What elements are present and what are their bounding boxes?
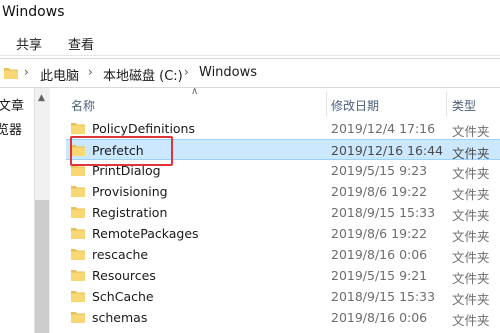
file-modified-date: 2019/12/4 17:16 [331, 121, 436, 136]
window-title: Windows [2, 4, 65, 20]
file-row[interactable]: Provisioning 2019/8/6 19:22 文件夹 [66, 181, 500, 202]
folder-icon [71, 269, 85, 281]
ribbon: 共享 查看 [0, 28, 500, 56]
file-modified-date: 2019/5/15 9:23 [331, 163, 428, 178]
breadcrumb-windows[interactable]: Windows [199, 65, 257, 80]
file-row[interactable]: Registration 2018/9/15 15:33 文件夹 [66, 202, 500, 223]
file-modified-date: 2019/5/15 9:21 [331, 268, 428, 283]
file-name[interactable]: rescache [92, 247, 148, 262]
file-type: 文件夹 [452, 166, 490, 181]
file-type: 文件夹 [452, 208, 490, 223]
chevron-right-icon[interactable]: › [184, 65, 189, 79]
folder-icon [71, 164, 85, 176]
file-type: 文件夹 [452, 229, 490, 244]
file-modified-date: 2019/8/16 0:06 [331, 247, 428, 262]
file-name[interactable]: Provisioning [92, 184, 168, 199]
file-name[interactable]: SchCache [92, 289, 154, 304]
breadcrumb-this-pc[interactable]: 此电脑 [40, 65, 79, 84]
scroll-up-arrow-icon[interactable]: ▲ [38, 93, 45, 103]
breadcrumb-local-disk[interactable]: 本地磁盘 (C:) [103, 65, 183, 84]
column-header-date[interactable]: 修改日期 [331, 97, 379, 114]
folder-icon [71, 185, 85, 197]
file-modified-date: 2018/9/15 15:33 [331, 289, 436, 304]
folder-icon [71, 144, 85, 156]
file-type: 文件夹 [452, 271, 490, 286]
file-row[interactable]: RemotePackages 2019/8/6 19:22 文件夹 [66, 223, 500, 244]
nav-item-browser[interactable]: 览器 [0, 119, 22, 138]
file-modified-date: 2019/8/16 0:06 [331, 310, 428, 325]
ribbon-tab-share[interactable]: 共享 [16, 34, 42, 53]
folder-icon [71, 206, 85, 218]
chevron-right-icon[interactable]: › [24, 65, 29, 79]
file-type: 文件夹 [452, 124, 490, 139]
nav-scrollbar-thumb[interactable] [35, 200, 49, 333]
sort-ascending-icon: ∧ [191, 86, 199, 97]
column-header-name[interactable]: 名称 [71, 97, 95, 114]
title-bar: Windows [0, 0, 500, 28]
file-name[interactable]: Registration [92, 205, 167, 220]
folder-icon [71, 290, 85, 302]
nav-item-articles[interactable]: 文章 [0, 95, 24, 114]
column-header-type[interactable]: 类型 [452, 97, 476, 114]
file-type: 文件夹 [452, 187, 490, 202]
file-name[interactable]: RemotePackages [92, 226, 199, 241]
file-row[interactable]: PrintDialog 2019/5/15 9:23 文件夹 [66, 160, 500, 181]
file-modified-date: 2019/8/6 19:22 [331, 226, 428, 241]
folder-icon [71, 227, 85, 239]
file-name[interactable]: PrintDialog [92, 163, 161, 178]
file-name[interactable]: schemas [92, 310, 147, 325]
file-name[interactable]: PolicyDefinitions [92, 121, 195, 136]
folder-icon [71, 248, 85, 260]
file-row[interactable]: schemas 2019/8/16 0:06 文件夹 [66, 307, 500, 328]
chevron-right-icon[interactable]: › [88, 65, 93, 79]
file-row[interactable]: Prefetch 2019/12/16 16:44 文件夹 [66, 139, 500, 161]
file-type: 文件夹 [452, 250, 490, 265]
folder-icon [71, 311, 85, 323]
file-modified-date: 2018/9/15 15:33 [331, 205, 436, 220]
file-row[interactable]: SchCache 2018/9/15 15:33 文件夹 [66, 286, 500, 307]
file-modified-date: 2019/12/16 16:44 [331, 143, 444, 158]
file-type: 文件夹 [452, 292, 490, 307]
column-divider[interactable] [326, 92, 327, 116]
file-modified-date: 2019/8/6 19:22 [331, 184, 428, 199]
file-row[interactable]: Resources 2019/5/15 9:21 文件夹 [66, 265, 500, 286]
column-divider[interactable] [446, 92, 447, 116]
ribbon-tab-view[interactable]: 查看 [68, 34, 94, 53]
file-name[interactable]: Resources [92, 268, 156, 283]
file-name[interactable]: Prefetch [92, 143, 144, 158]
folder-icon [71, 122, 85, 134]
folder-icon [4, 67, 18, 79]
file-type: 文件夹 [452, 313, 490, 328]
file-row[interactable]: rescache 2019/8/16 0:06 文件夹 [66, 244, 500, 265]
file-row[interactable]: PolicyDefinitions 2019/12/4 17:16 文件夹 [66, 118, 500, 139]
address-bar[interactable]: › 此电脑 › 本地磁盘 (C:) › Windows [0, 58, 500, 88]
